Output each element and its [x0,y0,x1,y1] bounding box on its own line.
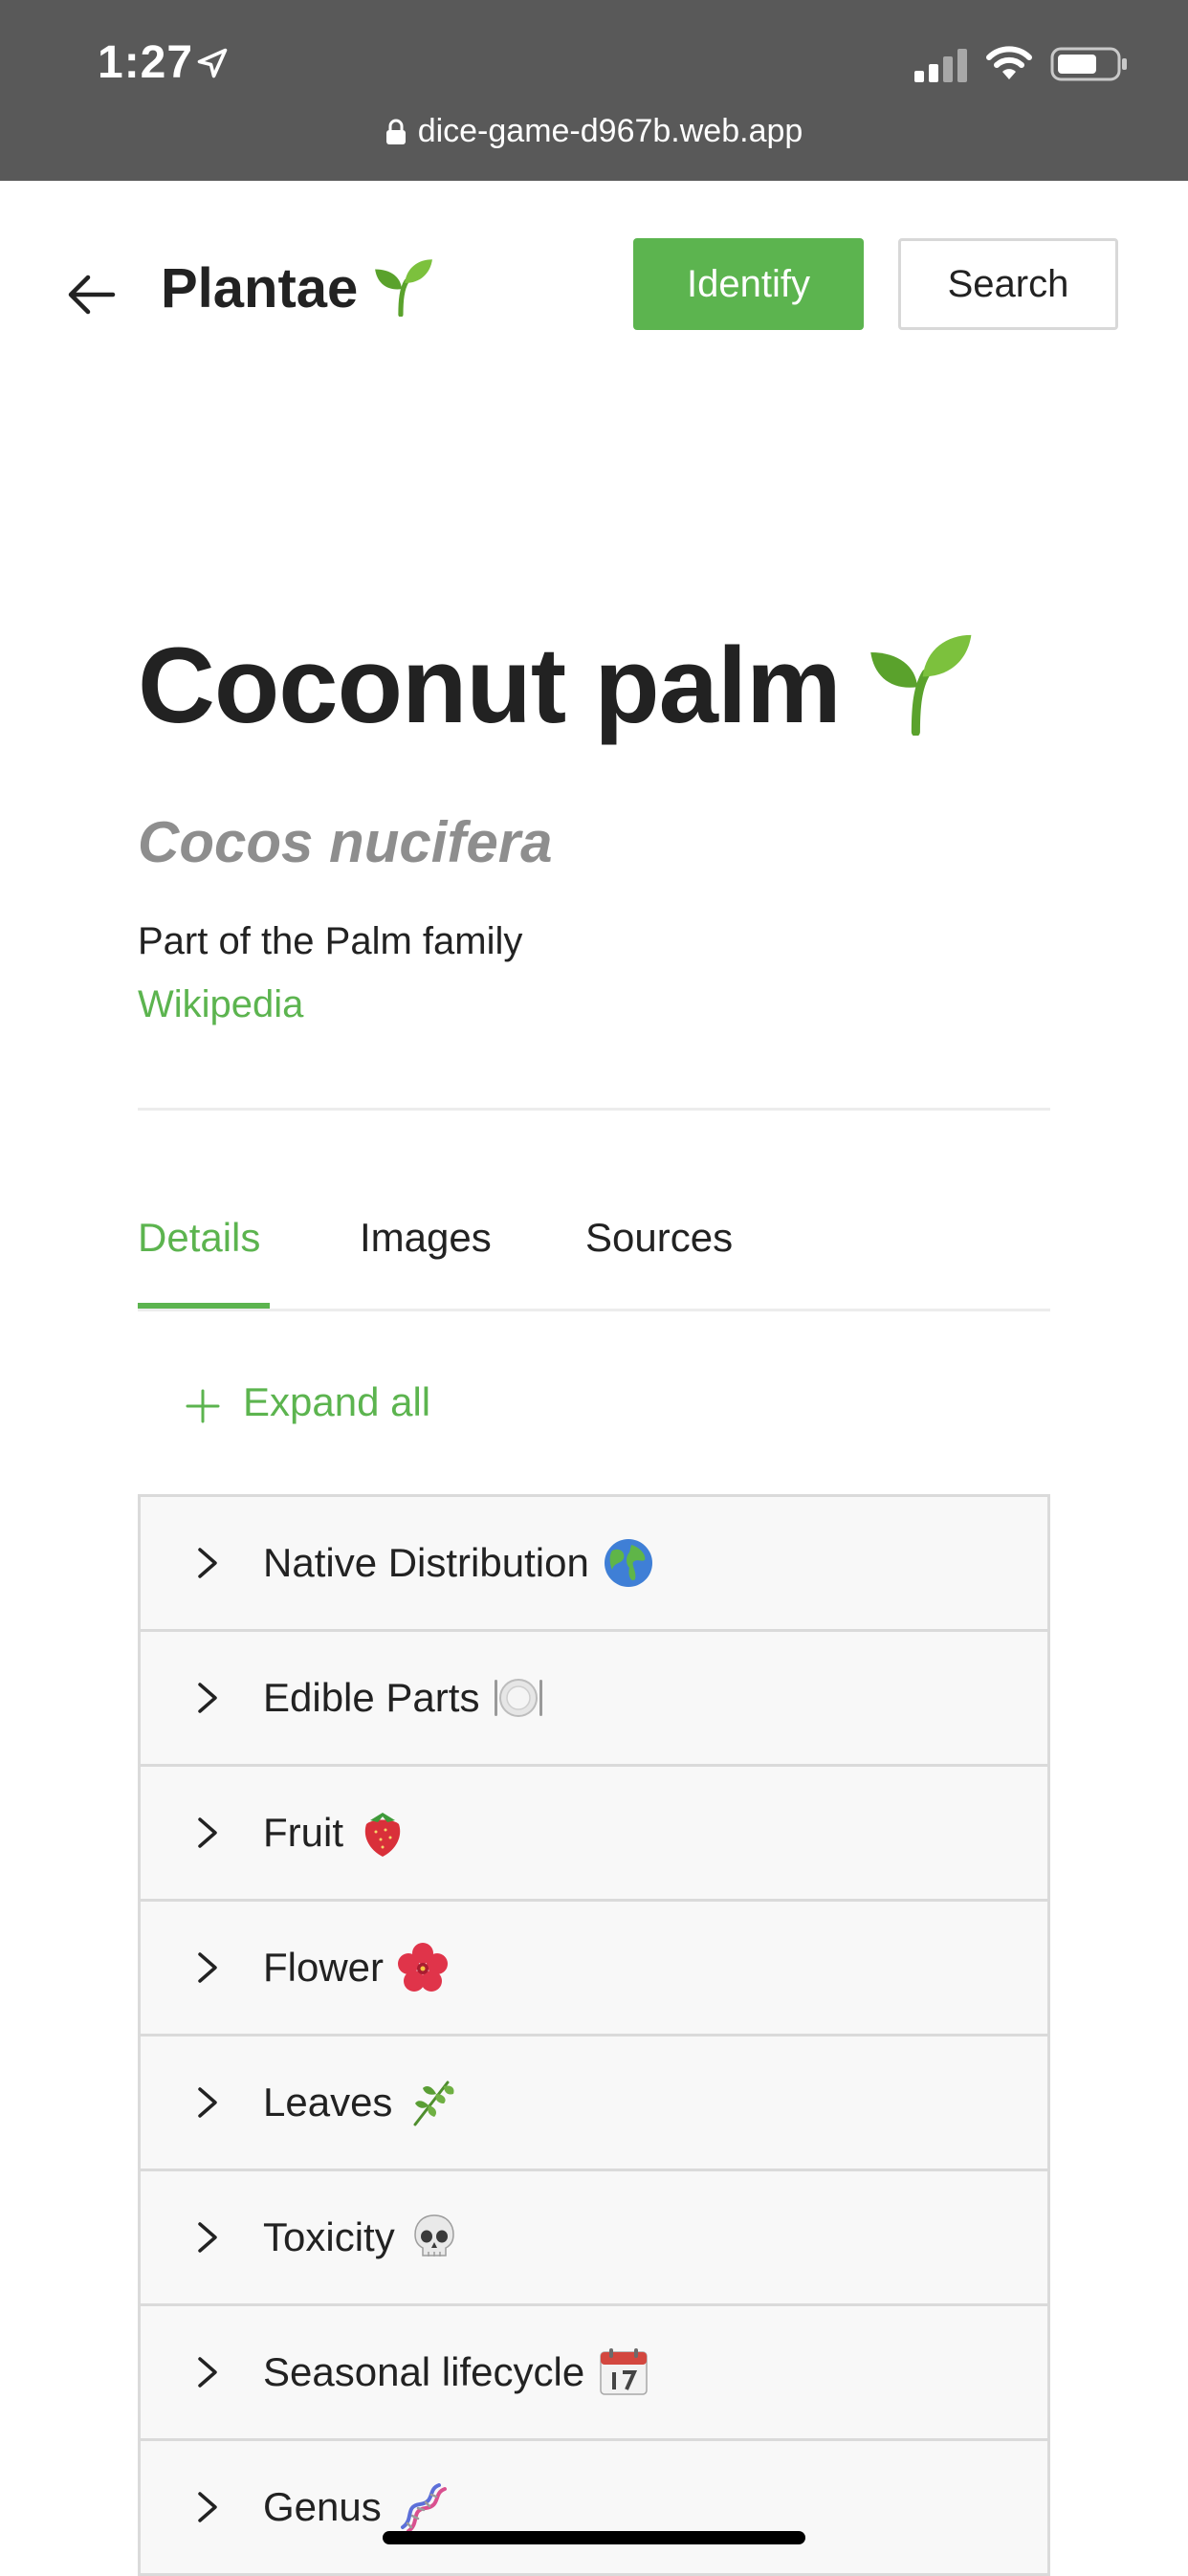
expand-all-label: Expand all [243,1379,431,1424]
chevron-right-icon [198,2357,217,2388]
lock-icon [385,119,406,144]
chevron-right-icon [198,2222,217,2253]
status-bar: 1:27 dice-game-d967b.web.app [0,0,1188,181]
family-text: Part of the Palm family [138,920,523,962]
identify-button[interactable]: Identify [633,238,864,330]
section-label: Native Distribution [263,1540,589,1585]
address-bar[interactable]: dice-game-d967b.web.app [0,113,1188,150]
back-arrow-icon[interactable] [59,263,122,326]
dna-icon [400,2483,447,2533]
brand-logo[interactable]: Plantae [161,253,434,320]
section-fruit[interactable]: Fruit [141,1767,1047,1902]
chevron-right-icon [198,1952,217,1983]
tab-bar: Details Images Sources [138,1215,1050,1311]
section-label: Seasonal lifecycle [263,2349,585,2394]
section-edible-parts[interactable]: Edible Parts [141,1632,1047,1767]
herb-icon [413,2081,454,2126]
plus-icon [186,1389,220,1423]
chevron-right-icon [198,2087,217,2118]
section-flower[interactable]: Flower [141,1902,1047,2037]
details-accordion: Native Distribution Edible Parts Fruit F… [138,1494,1050,2576]
globe-icon [604,1539,652,1587]
skull-icon [413,2214,454,2257]
chevron-right-icon [198,1817,217,1848]
seedling-icon [869,634,972,736]
section-label: Leaves [263,2080,393,2125]
tab-images[interactable]: Images [360,1215,492,1309]
calendar-icon [600,2348,648,2395]
section-label: Genus [263,2484,382,2529]
section-toxicity[interactable]: Toxicity [141,2171,1047,2306]
wifi-icon [986,46,1032,79]
chevron-right-icon [198,1683,217,1713]
species-title: Coconut palm [138,624,975,747]
section-label: Fruit [263,1810,343,1855]
tab-details[interactable]: Details [138,1215,260,1309]
section-leaves[interactable]: Leaves [141,2037,1047,2171]
section-label: Flower [263,1945,385,1990]
common-name: Coconut palm [138,626,842,745]
active-tab-indicator [138,1303,270,1309]
section-genus[interactable]: Genus [141,2441,1047,2576]
chevron-right-icon [198,1548,217,1578]
status-time: 1:27 [98,37,194,88]
tab-sources[interactable]: Sources [585,1215,733,1309]
expand-all-button[interactable]: Expand all [186,1379,430,1425]
hibiscus-icon [398,1943,449,1992]
chevron-right-icon [198,2492,217,2522]
home-indicator[interactable] [383,2531,805,2544]
search-button[interactable]: Search [898,238,1118,330]
seedling-icon [375,259,433,317]
divider [138,1108,1050,1111]
battery-icon [1050,47,1127,81]
url-text: dice-game-d967b.web.app [417,113,803,149]
strawberry-icon [364,1813,401,1857]
section-label: Toxicity [263,2214,395,2259]
app-header: Plantae Identify Search [0,181,1188,391]
scientific-name: Cocos nucifera [138,810,553,874]
location-arrow-icon [197,48,228,78]
section-seasonal-lifecycle[interactable]: Seasonal lifecycle [141,2306,1047,2441]
section-label: Edible Parts [263,1675,480,1720]
cellular-signal-icon [914,49,967,82]
section-native-distribution[interactable]: Native Distribution [141,1497,1047,1632]
plate-icon [495,1679,543,1717]
wikipedia-link[interactable]: Wikipedia [138,983,303,1026]
brand-name: Plantae [161,257,359,319]
